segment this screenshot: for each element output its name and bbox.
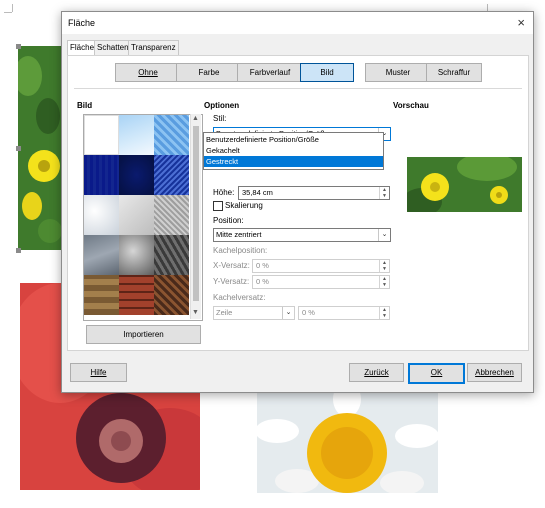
pattern-button[interactable]: Muster bbox=[365, 63, 431, 82]
spin-arrows-icon[interactable]: ▲ ▼ bbox=[379, 260, 389, 272]
gallery-tile-stone[interactable] bbox=[84, 235, 119, 275]
image-section-header: Bild bbox=[77, 101, 93, 110]
cancel-button[interactable]: Abbrechen bbox=[467, 363, 522, 382]
daisy-photo bbox=[257, 391, 438, 493]
tile-offset-label: Kachelversatz: bbox=[213, 293, 266, 302]
spin-arrows-icon[interactable]: ▲ ▼ bbox=[379, 307, 389, 319]
selection-handle[interactable] bbox=[16, 44, 21, 49]
gallery-tile-water[interactable] bbox=[154, 115, 189, 155]
position-dropdown-value: Mitte zentriert bbox=[216, 230, 262, 239]
gradient-button[interactable]: Farbverlauf bbox=[237, 63, 303, 82]
area-panel: Ohne Farbe Farbverlauf Bild Muster Schra… bbox=[67, 55, 529, 351]
gallery-tile-stones-brown[interactable] bbox=[84, 275, 119, 315]
gallery-tile-fabric[interactable] bbox=[154, 195, 189, 235]
y-offset-label: Y-Versatz: bbox=[213, 277, 250, 286]
pattern-button-label: Muster bbox=[385, 68, 411, 77]
height-field[interactable]: 35,84 cm ▲ ▼ bbox=[238, 186, 390, 200]
x-offset-value: 0 % bbox=[256, 261, 269, 270]
tile-offset-percent-field[interactable]: 0 % ▲ ▼ bbox=[298, 306, 390, 320]
style-dropdown-list: Benutzerdefinierte Position/Größe Gekach… bbox=[203, 132, 384, 170]
color-button-label: Farbe bbox=[198, 68, 220, 77]
color-button[interactable]: Farbe bbox=[176, 63, 242, 82]
cancel-button-label: Abbrechen bbox=[475, 368, 514, 377]
style-option-custom[interactable]: Benutzerdefinierte Position/Größe bbox=[204, 134, 383, 145]
preview-image bbox=[407, 157, 522, 212]
gallery-tile-stars[interactable] bbox=[119, 155, 154, 195]
dialog-title: Fläche bbox=[68, 18, 96, 28]
chevron-down-icon[interactable]: ⌄ bbox=[378, 229, 390, 241]
scaling-checkbox[interactable] bbox=[213, 201, 223, 211]
preview-section-header: Vorschau bbox=[393, 101, 429, 110]
import-button[interactable]: Importieren bbox=[86, 325, 201, 344]
none-button[interactable]: Ohne bbox=[115, 63, 181, 82]
scaling-label: Skalierung bbox=[225, 201, 263, 210]
style-label: Stil: bbox=[213, 114, 227, 123]
gallery-tile-metal[interactable] bbox=[119, 235, 154, 275]
tab-shadow[interactable]: Schatten bbox=[94, 40, 132, 56]
position-label: Position: bbox=[213, 216, 244, 225]
style-option-stretched[interactable]: Gestreckt bbox=[204, 156, 383, 167]
close-icon[interactable]: × bbox=[517, 15, 525, 30]
gallery-tile-paper[interactable] bbox=[119, 195, 154, 235]
gallery-tile-blank[interactable] bbox=[84, 115, 119, 155]
height-value: 35,84 cm bbox=[242, 188, 273, 197]
selection-handle[interactable] bbox=[16, 248, 21, 253]
y-offset-field[interactable]: 0 % ▲ ▼ bbox=[252, 275, 390, 289]
yellow-flower-photo bbox=[18, 46, 62, 250]
tile-offset-percent-value: 0 % bbox=[302, 308, 315, 317]
gallery-scrollbar[interactable]: ▲ ▼ bbox=[190, 114, 201, 319]
options-section-header: Optionen bbox=[204, 101, 240, 110]
gallery-tile-brick[interactable] bbox=[119, 275, 154, 315]
tile-offset-value: Zeile bbox=[216, 308, 233, 317]
page-corner-mark bbox=[4, 12, 12, 13]
gallery-tile-sky[interactable] bbox=[119, 115, 154, 155]
help-button[interactable]: Hilfe bbox=[70, 363, 127, 382]
area-dialog: Fläche × Fläche Schatten Transparenz Ohn… bbox=[61, 11, 534, 393]
document-image-daisy[interactable] bbox=[257, 391, 438, 493]
preview-yellow-flower bbox=[407, 157, 522, 212]
tab-transparency[interactable]: Transparenz bbox=[128, 40, 179, 56]
gradient-button-label: Farbverlauf bbox=[249, 68, 291, 77]
none-button-label: Ohne bbox=[138, 68, 158, 77]
gallery-tile-gravel[interactable] bbox=[154, 235, 189, 275]
reset-button-label: Zurück bbox=[364, 368, 389, 377]
bitmap-gallery bbox=[83, 114, 203, 321]
scroll-thumb[interactable] bbox=[193, 126, 199, 301]
gallery-tile-drops[interactable] bbox=[84, 195, 119, 235]
selection-handle[interactable] bbox=[16, 146, 21, 151]
chevron-down-icon[interactable]: ⌄ bbox=[282, 307, 294, 319]
hatch-button-label: Schraffur bbox=[437, 68, 471, 77]
help-button-label: Hilfe bbox=[90, 368, 107, 377]
bitmap-button-label: Bild bbox=[320, 68, 334, 77]
gallery-tile-wicker[interactable] bbox=[154, 275, 189, 315]
tile-position-label: Kachelposition: bbox=[213, 246, 268, 255]
gallery-tile-blue-texture[interactable] bbox=[154, 155, 189, 195]
gallery-tile-blue-mosaic[interactable] bbox=[84, 155, 119, 195]
height-label: Höhe: bbox=[213, 188, 235, 197]
bitmap-button[interactable]: Bild bbox=[300, 63, 354, 82]
ok-button[interactable]: OK bbox=[408, 363, 465, 384]
import-button-label: Importieren bbox=[123, 330, 164, 339]
x-offset-field[interactable]: 0 % ▲ ▼ bbox=[252, 259, 390, 273]
separator bbox=[74, 88, 522, 89]
reset-button[interactable]: Zurück bbox=[349, 363, 404, 382]
tile-offset-dropdown[interactable]: Zeile ⌄ bbox=[213, 306, 295, 320]
spin-arrows-icon[interactable]: ▲ ▼ bbox=[379, 187, 389, 199]
style-option-tiled[interactable]: Gekachelt bbox=[204, 145, 383, 156]
scroll-up-icon[interactable]: ▲ bbox=[192, 115, 199, 122]
title-bar: Fläche × bbox=[62, 12, 533, 34]
ok-button-label: OK bbox=[430, 368, 443, 377]
document-image-flower-yellow[interactable] bbox=[18, 46, 62, 250]
position-dropdown[interactable]: Mitte zentriert ⌄ bbox=[213, 228, 391, 242]
hatch-button[interactable]: Schraffur bbox=[426, 63, 482, 82]
page-corner-mark bbox=[12, 4, 13, 12]
spin-arrows-icon[interactable]: ▲ ▼ bbox=[379, 276, 389, 288]
scroll-down-icon[interactable]: ▼ bbox=[192, 309, 199, 316]
x-offset-label: X-Versatz: bbox=[213, 261, 250, 270]
y-offset-value: 0 % bbox=[256, 277, 269, 286]
